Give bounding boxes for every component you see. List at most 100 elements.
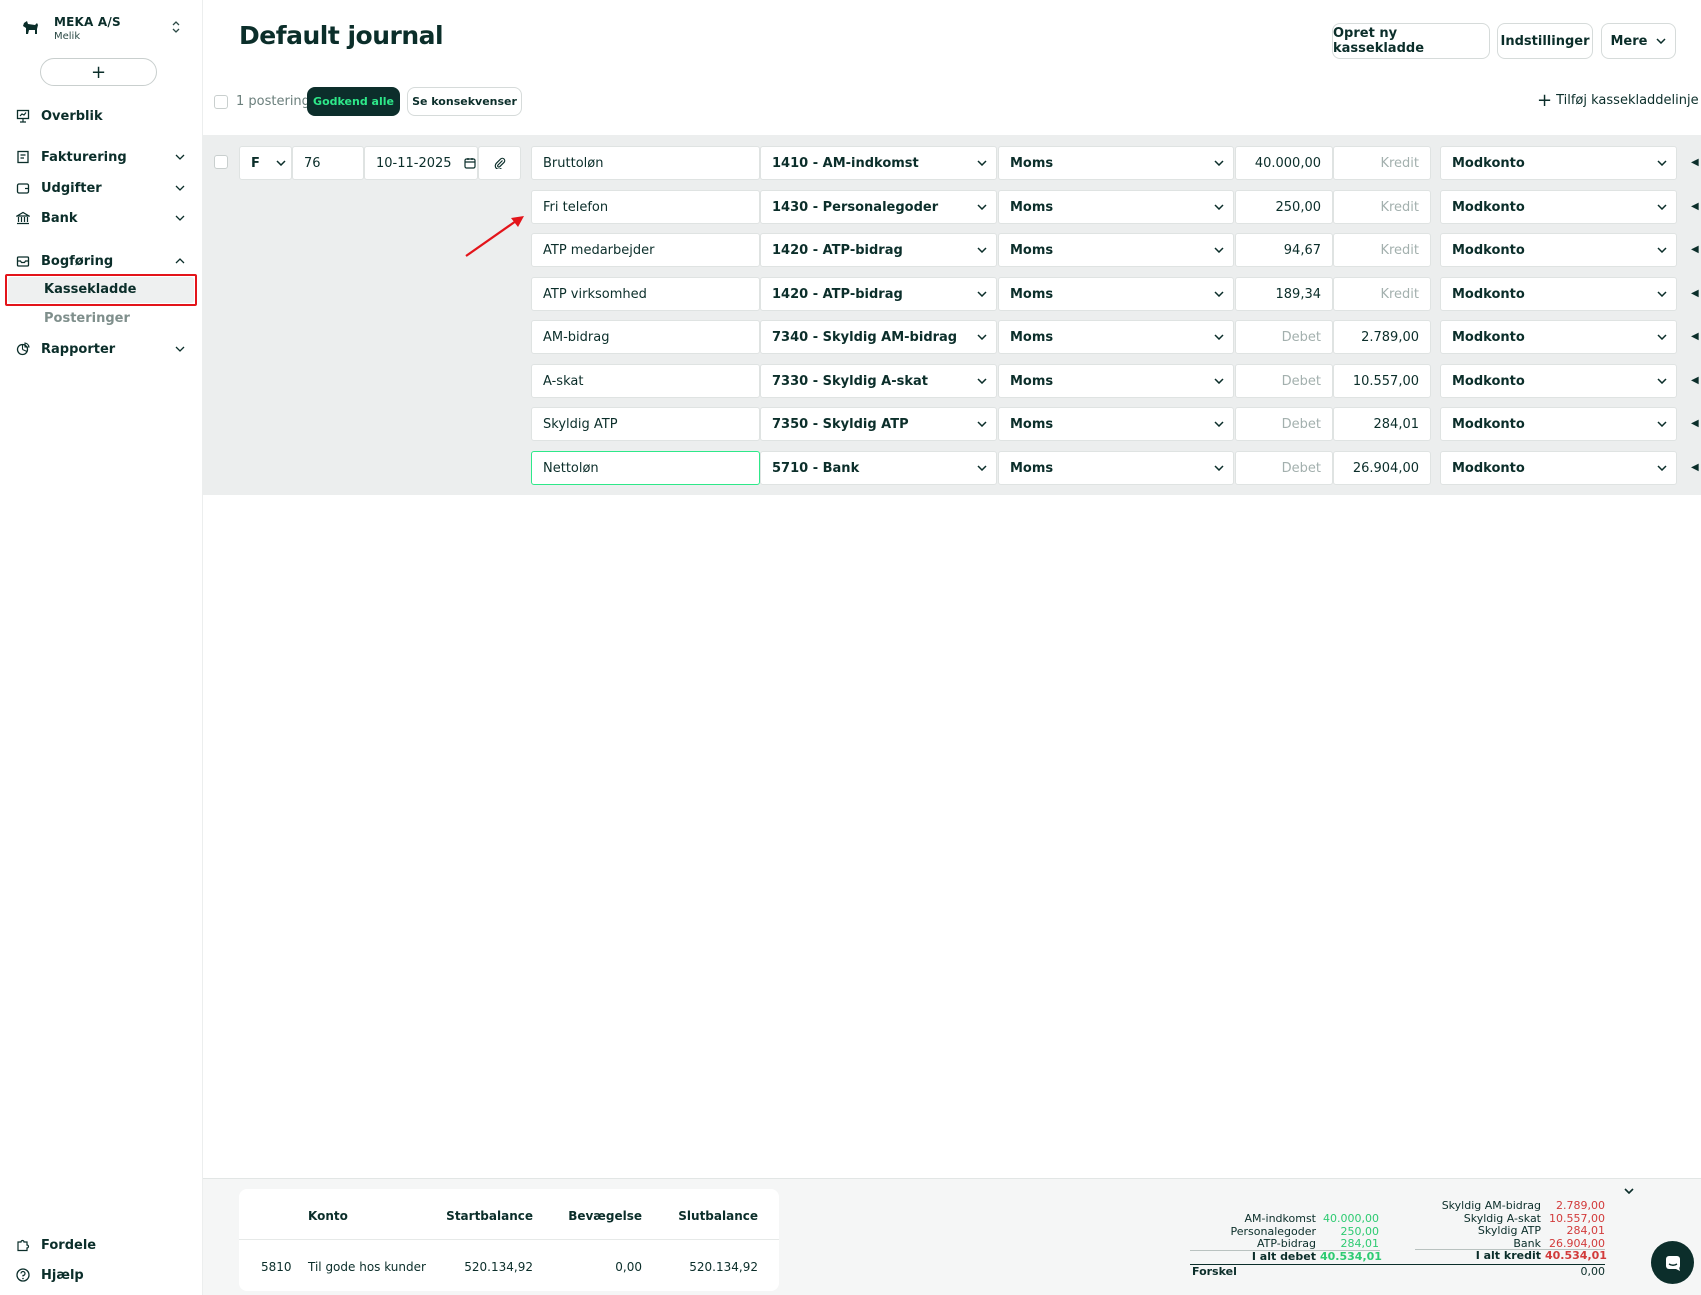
voucher-number-input[interactable]: 76 [292,146,364,180]
calendar-icon[interactable] [463,157,477,169]
line-debit-input[interactable]: 40.000,00 [1235,146,1333,180]
attachment-button[interactable] [478,146,521,180]
nav-bank-label: Bank [41,210,78,226]
line-vat-select[interactable]: Moms [998,277,1234,311]
nav-invoicing[interactable]: Fakturering [16,146,186,168]
nav-reports[interactable]: Rapporter [16,338,186,360]
row-expand-icon[interactable]: ◀ [1691,331,1699,342]
line-text-input[interactable]: ATP medarbejder [531,233,760,267]
chevron-down-icon [1205,160,1233,166]
nav-benefits[interactable]: Fordele [16,1234,186,1256]
line-account-select[interactable]: 5710 - Bank [760,451,997,485]
see-consequences-button[interactable]: Se konsekvenser [407,87,522,116]
nav-bookkeeping[interactable]: Bogføring [16,250,186,272]
line-offset-account-select[interactable]: Modkonto [1440,320,1677,354]
nav-bank[interactable]: Bank [16,207,186,229]
nav-expenses[interactable]: Udgifter [16,177,186,199]
line-credit-input[interactable]: 284,01 [1333,407,1431,441]
line-account-select[interactable]: 1420 - ATP-bidrag [760,277,997,311]
credit-item-label: Skyldig ATP [1477,1224,1541,1237]
line-vat-value: Moms [1010,460,1054,476]
add-journal-line-button[interactable]: + Tilføj kassekladdelinje [1537,91,1699,109]
row-expand-icon[interactable]: ◀ [1691,157,1699,168]
line-credit-input[interactable]: 10.557,00 [1333,364,1431,398]
approve-all-button[interactable]: Godkend alle [307,87,400,116]
nav-journal[interactable]: Kassekladde [44,282,136,297]
line-vat-select[interactable]: Moms [998,451,1234,485]
line-account-select[interactable]: 1430 - Personalegoder [760,190,997,224]
line-debit-input[interactable]: 250,00 [1235,190,1333,224]
line-vat-select[interactable]: Moms [998,233,1234,267]
line-credit-input[interactable]: Kredit [1333,146,1431,180]
line-text-input[interactable]: Fri telefon [531,190,760,224]
account-balance-table: Konto Startbalance Bevægelse Slutbalance… [239,1189,779,1291]
select-all-checkbox[interactable] [214,95,228,109]
line-credit-input[interactable]: 2.789,00 [1333,320,1431,354]
entry-type-select[interactable]: F [239,146,292,180]
add-button[interactable]: + [40,58,157,86]
new-journal-button[interactable]: Opret ny kassekladde [1332,23,1490,59]
line-vat-select[interactable]: Moms [998,320,1234,354]
line-offset-account-select[interactable]: Modkonto [1440,233,1677,267]
line-text-input[interactable]: Bruttoløn [531,146,760,180]
line-offset-account-select[interactable]: Modkonto [1440,190,1677,224]
line-debit-input[interactable]: 189,34 [1235,277,1333,311]
line-vat-select[interactable]: Moms [998,146,1234,180]
line-vat-select[interactable]: Moms [998,407,1234,441]
row-expand-icon[interactable]: ◀ [1691,288,1699,299]
switch-company-icon[interactable] [172,20,180,36]
line-credit-value: 2.789,00 [1361,329,1419,345]
line-credit-input[interactable]: Kredit [1333,277,1431,311]
chevron-down-icon [1205,378,1233,384]
line-debit-input[interactable]: Debet [1235,407,1333,441]
line-debit-input[interactable]: 94,67 [1235,233,1333,267]
row-end-balance: 520.134,92 [689,1260,758,1274]
line-credit-input[interactable]: 26.904,00 [1333,451,1431,485]
row-expand-icon[interactable]: ◀ [1691,201,1699,212]
line-vat-select[interactable]: Moms [998,190,1234,224]
line-text-value: ATP medarbejder [543,242,655,258]
line-credit-input[interactable]: Kredit [1333,233,1431,267]
row-expand-icon[interactable]: ◀ [1691,375,1699,386]
line-offset-account-select[interactable]: Modkonto [1440,451,1677,485]
line-credit-value: Kredit [1380,155,1419,171]
line-text-input[interactable]: ATP virksomhed [531,277,760,311]
line-offset-account-select[interactable]: Modkonto [1440,277,1677,311]
line-offset-account-select[interactable]: Modkonto [1440,364,1677,398]
credit-total-value: 40.534,01 [1545,1249,1607,1262]
nav-postings[interactable]: Posteringer [44,311,130,326]
line-text-input[interactable]: A-skat [531,364,760,398]
company-switcher[interactable]: MEKA A/S Melik [20,10,180,46]
pie-chart-icon [16,342,30,356]
add-journal-line-label: Tilføj kassekladdelinje [1556,93,1699,108]
line-account-select[interactable]: 7350 - Skyldig ATP [760,407,997,441]
line-debit-input[interactable]: Debet [1235,320,1333,354]
row-expand-icon[interactable]: ◀ [1691,418,1699,429]
row-expand-icon[interactable]: ◀ [1691,244,1699,255]
chat-button[interactable] [1651,1241,1694,1284]
line-debit-input[interactable]: Debet [1235,364,1333,398]
more-button[interactable]: Mere [1601,23,1676,59]
collapse-footer-icon[interactable] [1624,1183,1634,1198]
chevron-down-icon [968,160,996,166]
line-debit-input[interactable]: Debet [1235,451,1333,485]
line-vat-select[interactable]: Moms [998,364,1234,398]
line-offset-account-select[interactable]: Modkonto [1440,146,1677,180]
line-account-select[interactable]: 1420 - ATP-bidrag [760,233,997,267]
line-account-select[interactable]: 7340 - Skyldig AM-bidrag [760,320,997,354]
nav-overview[interactable]: Overblik [16,105,186,127]
chevron-down-icon [1648,160,1676,166]
line-offset-account-select[interactable]: Modkonto [1440,407,1677,441]
date-input[interactable]: 10-11-2025 [364,146,478,180]
entry-checkbox[interactable] [214,155,228,169]
line-text-input[interactable]: Skyldig ATP [531,407,760,441]
line-credit-input[interactable]: Kredit [1333,190,1431,224]
line-text-input[interactable]: AM-bidrag [531,320,760,354]
row-movement: 0,00 [615,1260,642,1274]
row-expand-icon[interactable]: ◀ [1691,462,1699,473]
settings-button[interactable]: Indstillinger [1497,23,1593,59]
nav-help[interactable]: Hjælp [16,1264,186,1286]
line-account-select[interactable]: 7330 - Skyldig A-skat [760,364,997,398]
line-text-input[interactable]: Nettoløn [531,451,760,485]
line-account-select[interactable]: 1410 - AM-indkomst [760,146,997,180]
